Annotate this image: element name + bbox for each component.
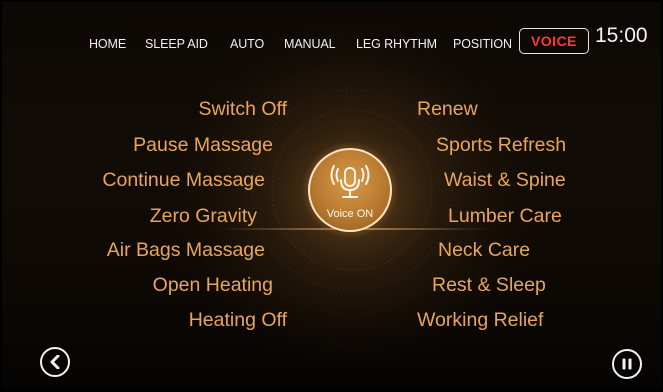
cmd-continue-massage[interactable]: Continue Massage bbox=[102, 169, 265, 192]
nav-sleep-aid[interactable]: SLEEP AID bbox=[145, 37, 208, 51]
nav-manual[interactable]: MANUAL bbox=[284, 37, 336, 51]
cmd-renew[interactable]: Renew bbox=[417, 98, 478, 121]
nav-home[interactable]: HOME bbox=[89, 37, 126, 51]
top-nav: HOME SLEEP AID AUTO MANUAL LEG RHYTHM PO… bbox=[0, 0, 663, 70]
chevron-left-icon bbox=[50, 355, 60, 369]
cmd-waist-spine[interactable]: Waist & Spine bbox=[444, 169, 566, 192]
cmd-rest-sleep[interactable]: Rest & Sleep bbox=[432, 274, 546, 297]
cmd-neck-care[interactable]: Neck Care bbox=[438, 239, 530, 262]
cmd-zero-gravity[interactable]: Zero Gravity bbox=[150, 205, 257, 228]
cmd-open-heating[interactable]: Open Heating bbox=[153, 274, 273, 297]
nav-voice-tab[interactable]: VOICE bbox=[519, 28, 589, 54]
cmd-heating-off[interactable]: Heating Off bbox=[189, 309, 287, 332]
voice-on-label: Voice ON bbox=[326, 208, 374, 220]
pause-button[interactable] bbox=[612, 349, 642, 379]
back-button[interactable] bbox=[40, 347, 70, 377]
microphone-icon bbox=[330, 165, 370, 198]
cmd-lumber-care[interactable]: Lumber Care bbox=[448, 205, 562, 228]
pause-icon bbox=[622, 358, 632, 370]
nav-leg-rhythm[interactable]: LEG RHYTHM bbox=[356, 37, 437, 51]
voice-on-button[interactable]: Voice ON bbox=[302, 142, 398, 238]
nav-position[interactable]: POSITION bbox=[453, 37, 512, 51]
clock: 15:00 bbox=[595, 24, 648, 47]
cmd-pause-massage[interactable]: Pause Massage bbox=[133, 134, 273, 157]
cmd-air-bags-massage[interactable]: Air Bags Massage bbox=[107, 239, 265, 262]
nav-auto[interactable]: AUTO bbox=[230, 37, 264, 51]
cmd-switch-off[interactable]: Switch Off bbox=[198, 98, 287, 121]
cmd-working-relief[interactable]: Working Relief bbox=[417, 309, 543, 332]
cmd-sports-refresh[interactable]: Sports Refresh bbox=[436, 134, 566, 157]
